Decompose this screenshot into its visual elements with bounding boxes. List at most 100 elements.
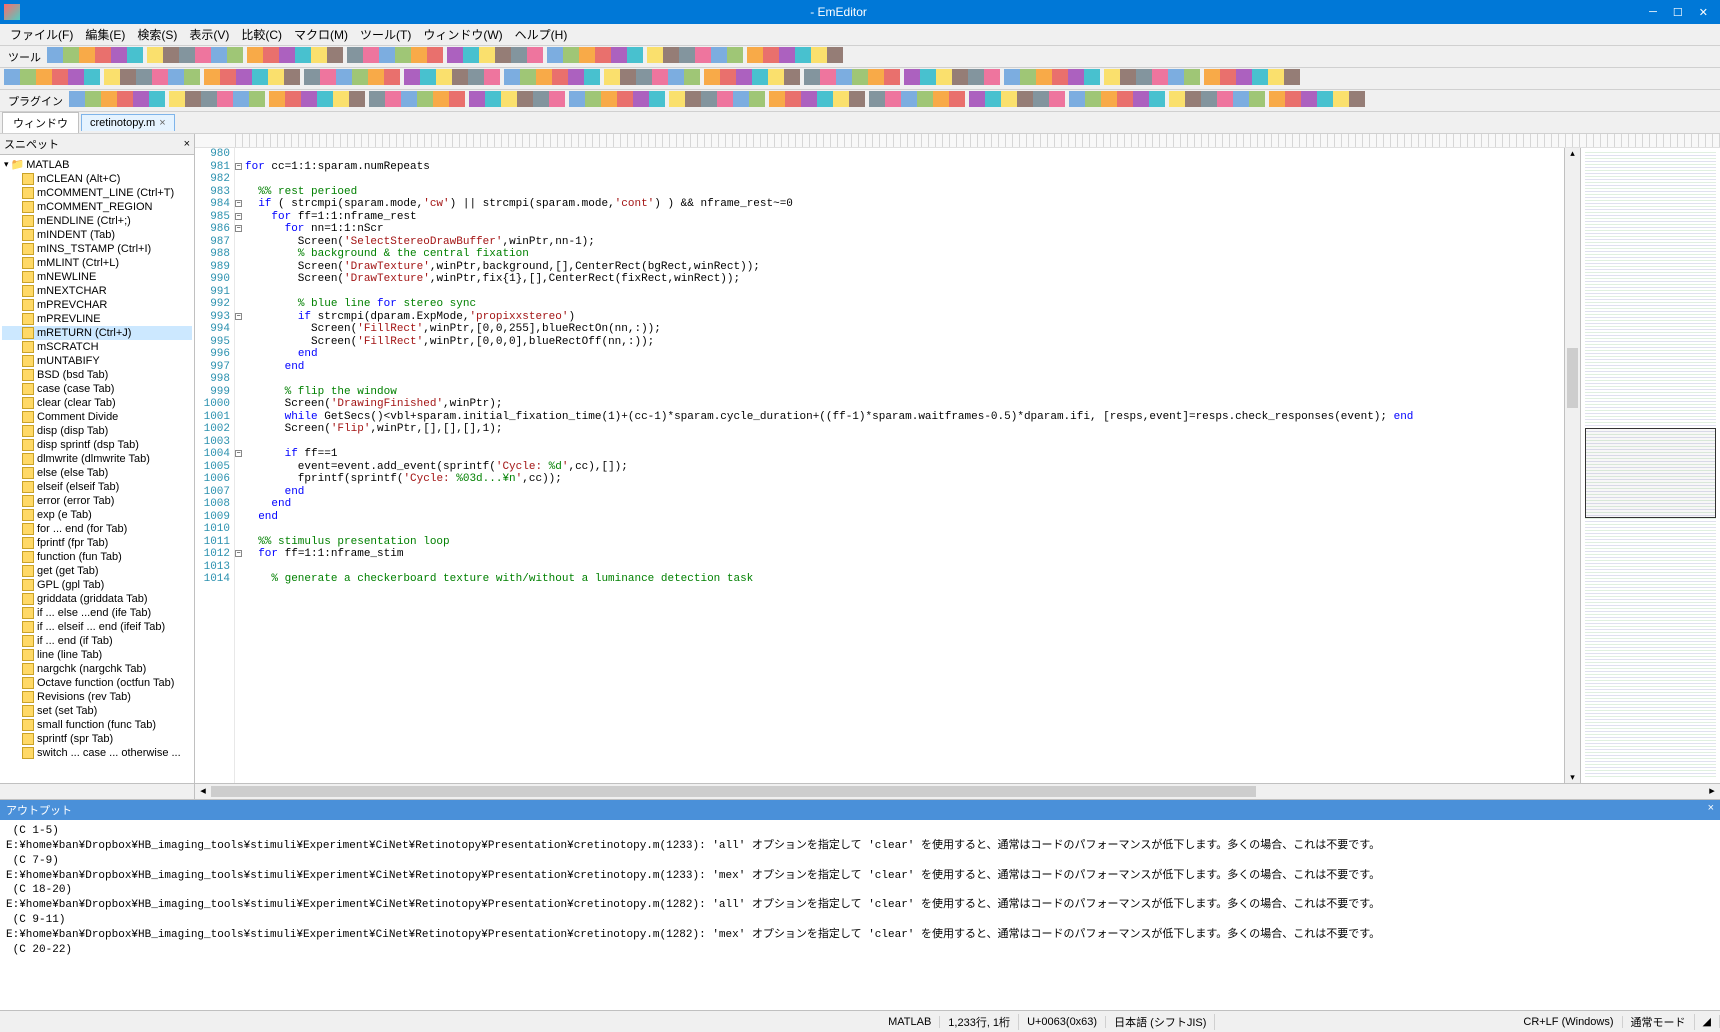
toolbar-button[interactable] [601, 91, 617, 107]
editor-hscroll[interactable]: ◂ ▸ [195, 783, 1720, 799]
toolbar-button[interactable] [404, 69, 420, 85]
toolbar-button[interactable] [669, 91, 685, 107]
toolbar-button[interactable] [936, 69, 952, 85]
toolbar-button[interactable] [449, 91, 465, 107]
toolbar-button[interactable] [763, 47, 779, 63]
toolbar-button[interactable] [479, 47, 495, 63]
editor-vscroll[interactable]: ▴ ▾ [1564, 148, 1580, 783]
snippet-item[interactable]: sprintf (spr Tab) [2, 732, 192, 746]
toolbar-button[interactable] [533, 91, 549, 107]
minimize-button[interactable]: ─ [1649, 6, 1657, 19]
toolbar-button[interactable] [352, 69, 368, 85]
toolbar-button[interactable] [52, 69, 68, 85]
toolbar-button[interactable] [1201, 91, 1217, 107]
snippet-item[interactable]: mRETURN (Ctrl+J) [2, 326, 192, 340]
vscroll-thumb[interactable] [1567, 348, 1578, 408]
toolbar-button[interactable] [933, 91, 949, 107]
snippet-item[interactable]: dlmwrite (dlmwrite Tab) [2, 452, 192, 466]
toolbar-button[interactable] [920, 69, 936, 85]
toolbar-button[interactable] [252, 69, 268, 85]
toolbar-button[interactable] [749, 91, 765, 107]
snippet-item[interactable]: mUNTABIFY [2, 354, 192, 368]
toolbar-button[interactable] [149, 91, 165, 107]
toolbar-button[interactable] [1169, 91, 1185, 107]
snippet-item[interactable]: GPL (gpl Tab) [2, 578, 192, 592]
snippet-item[interactable]: if ... end (if Tab) [2, 634, 192, 648]
snippet-item[interactable]: set (set Tab) [2, 704, 192, 718]
toolbar-button[interactable] [401, 91, 417, 107]
toolbar-button[interactable] [436, 69, 452, 85]
toolbar-button[interactable] [104, 69, 120, 85]
toolbar-button[interactable] [111, 47, 127, 63]
toolbar-button[interactable] [1152, 69, 1168, 85]
toolbar-button[interactable] [952, 69, 968, 85]
toolbar-button[interactable] [884, 69, 900, 85]
toolbar-button[interactable] [169, 91, 185, 107]
snippet-item[interactable]: Octave function (octfun Tab) [2, 676, 192, 690]
menu-item[interactable]: 表示(V) [183, 24, 235, 45]
toolbar-button[interactable] [320, 69, 336, 85]
snippet-item[interactable]: for ... end (for Tab) [2, 522, 192, 536]
toolbar-button[interactable] [1236, 69, 1252, 85]
toolbar-button[interactable] [384, 69, 400, 85]
snippet-item[interactable]: mMLINT (Ctrl+L) [2, 256, 192, 270]
toolbar-button[interactable] [1069, 91, 1085, 107]
toolbar-button[interactable] [363, 47, 379, 63]
snippet-item[interactable]: elseif (elseif Tab) [2, 480, 192, 494]
toolbar-button[interactable] [579, 47, 595, 63]
toolbar-button[interactable] [536, 69, 552, 85]
toolbar-button[interactable] [868, 69, 884, 85]
toolbar-button[interactable] [217, 91, 233, 107]
toolbar-button[interactable] [36, 69, 52, 85]
toolbar-button[interactable] [1285, 91, 1301, 107]
fold-icon[interactable]: − [235, 450, 242, 457]
toolbar-button[interactable] [1133, 91, 1149, 107]
toolbar-button[interactable] [568, 69, 584, 85]
toolbar-button[interactable] [520, 69, 536, 85]
toolbar-button[interactable] [968, 69, 984, 85]
menu-item[interactable]: 編集(E) [79, 24, 131, 45]
toolbar-button[interactable] [469, 91, 485, 107]
toolbar-button[interactable] [1184, 69, 1200, 85]
toolbar-button[interactable] [585, 91, 601, 107]
toolbar-button[interactable] [284, 69, 300, 85]
toolbar-button[interactable] [733, 91, 749, 107]
menu-item[interactable]: ファイル(F) [4, 24, 79, 45]
toolbar-button[interactable] [827, 47, 843, 63]
toolbar-button[interactable] [817, 91, 833, 107]
toolbar-button[interactable] [668, 69, 684, 85]
snippet-item[interactable]: if ... else ...end (ife Tab) [2, 606, 192, 620]
snippet-item[interactable]: mCOMMENT_REGION [2, 200, 192, 214]
snippet-item[interactable]: BSD (bsd Tab) [2, 368, 192, 382]
toolbar-button[interactable] [311, 47, 327, 63]
toolbar-button[interactable] [949, 91, 965, 107]
minimap-viewport[interactable] [1585, 428, 1716, 518]
toolbar-button[interactable] [1085, 91, 1101, 107]
toolbar-button[interactable] [569, 91, 585, 107]
toolbar-button[interactable] [268, 69, 284, 85]
toolbar-button[interactable] [301, 91, 317, 107]
minimap[interactable] [1580, 148, 1720, 783]
toolbar-button[interactable] [385, 91, 401, 107]
toolbar-button[interactable] [333, 91, 349, 107]
scroll-left-icon[interactable]: ◂ [195, 784, 211, 799]
toolbar-button[interactable] [211, 47, 227, 63]
scroll-up-icon[interactable]: ▴ [1565, 148, 1580, 159]
toolbar-button[interactable] [985, 91, 1001, 107]
toolbar-button[interactable] [1136, 69, 1152, 85]
toolbar-button[interactable] [704, 69, 720, 85]
toolbar-button[interactable] [701, 91, 717, 107]
snippet-item[interactable]: mPREVLINE [2, 312, 192, 326]
toolbar-button[interactable] [204, 69, 220, 85]
toolbar-button[interactable] [84, 69, 100, 85]
toolbar-button[interactable] [511, 47, 527, 63]
toolbar-button[interactable] [647, 47, 663, 63]
toolbar-button[interactable] [168, 69, 184, 85]
toolbar-button[interactable] [1168, 69, 1184, 85]
toolbar-button[interactable] [885, 91, 901, 107]
toolbar-button[interactable] [1017, 91, 1033, 107]
toolbar-button[interactable] [852, 69, 868, 85]
fold-icon[interactable]: − [235, 225, 242, 232]
fold-icon[interactable]: − [235, 550, 242, 557]
toolbar-button[interactable] [833, 91, 849, 107]
